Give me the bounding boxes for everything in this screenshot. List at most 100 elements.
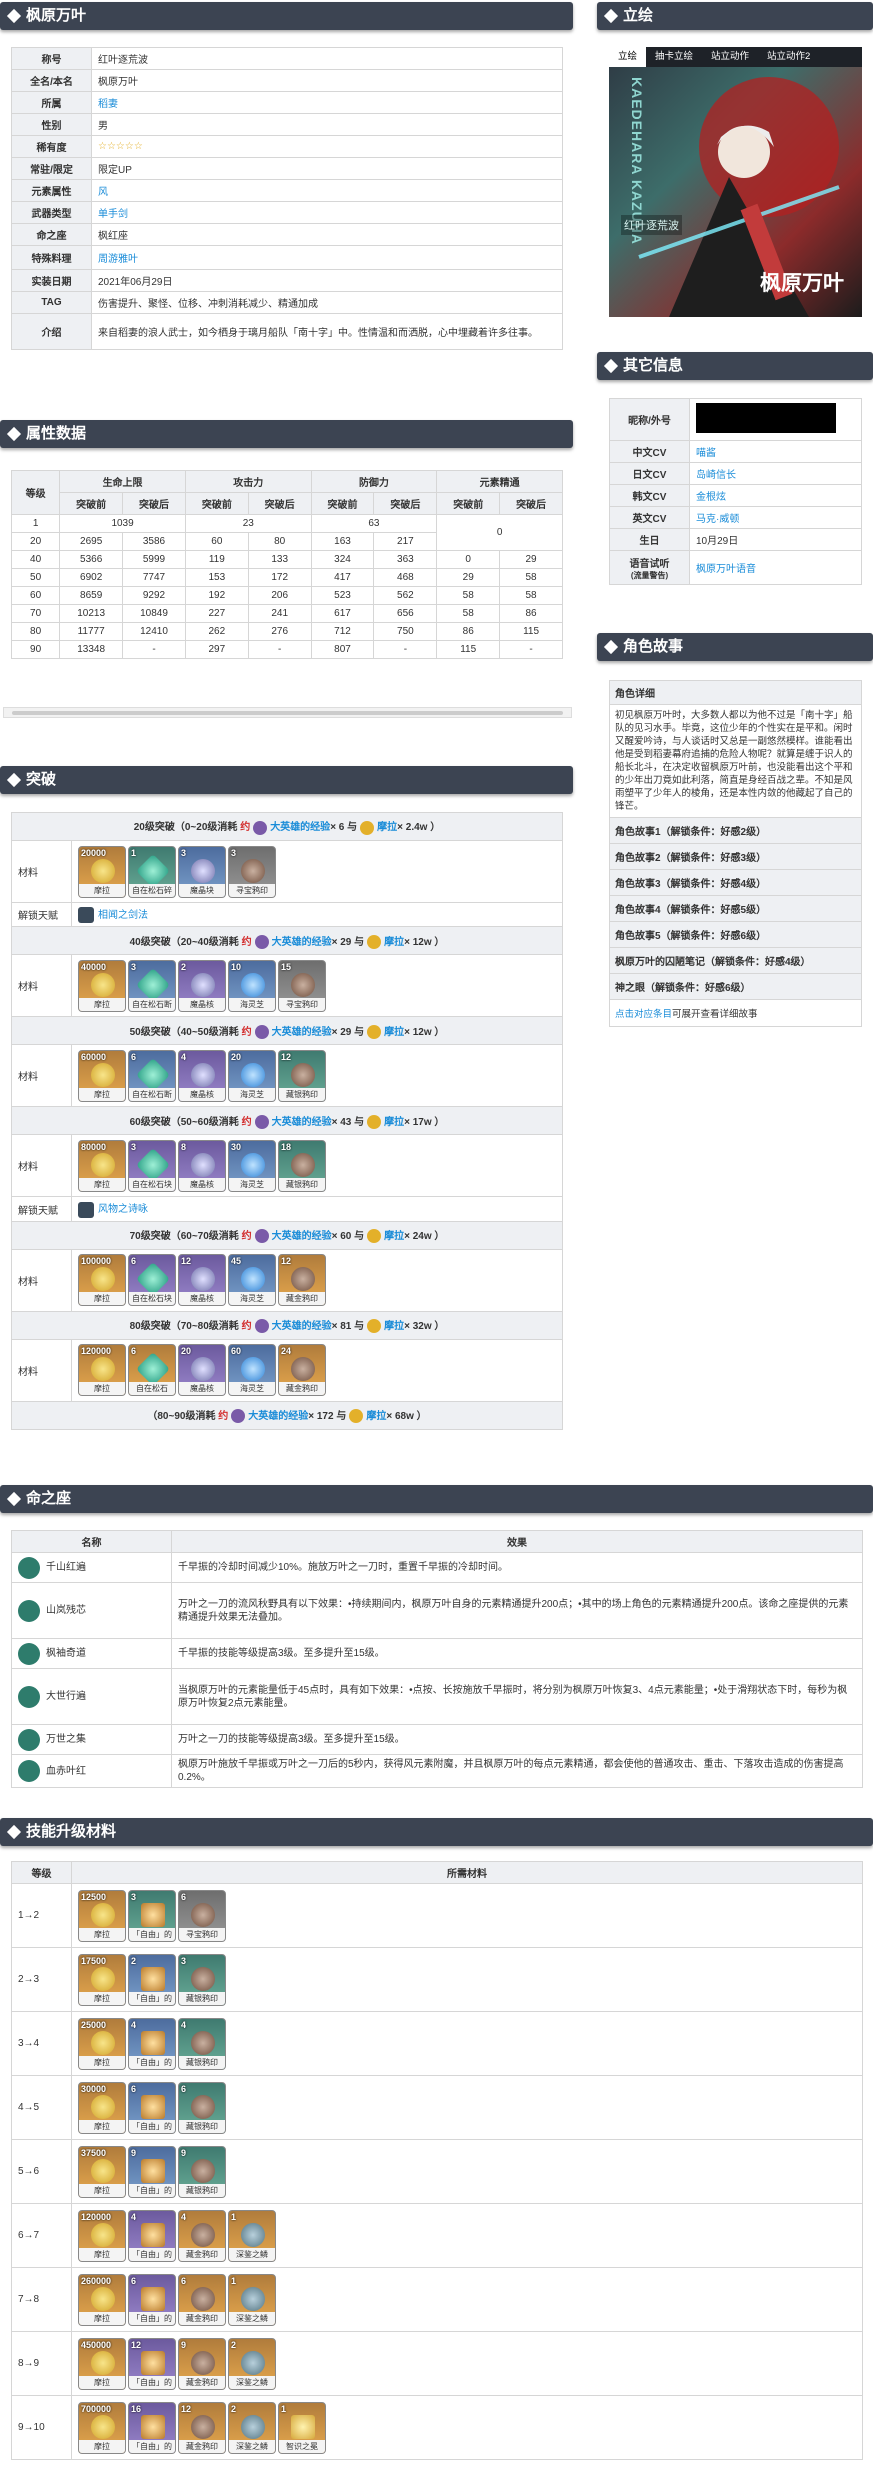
stats-cell: 363 bbox=[373, 550, 438, 569]
book-link[interactable]: 大英雄的经验 bbox=[272, 1231, 332, 1242]
material-item[interactable]: 1 自在松石碎屑 bbox=[128, 845, 176, 898]
info-value[interactable]: 周游雅叶 bbox=[91, 245, 563, 270]
story-item[interactable]: 角色故事2（解锁条件：好感3级） bbox=[610, 844, 861, 870]
material-item[interactable]: 3 自在松石断片 bbox=[128, 959, 176, 1012]
material-item[interactable]: 2 深鉴之鳞 bbox=[228, 2337, 276, 2390]
material-item[interactable]: 4 「自由」的指引 bbox=[128, 2017, 176, 2070]
material-item[interactable]: 3 藏银鸦印 bbox=[178, 1953, 226, 2006]
story-item[interactable]: 角色故事1（解锁条件：好感2级） bbox=[610, 818, 861, 844]
material-item[interactable]: 6 自在松石 bbox=[128, 1344, 176, 1397]
material-item[interactable]: 2 魔晶核 bbox=[178, 959, 226, 1012]
material-item[interactable]: 4 藏银鸦印 bbox=[178, 2017, 226, 2070]
material-item[interactable]: 10 海灵芝 bbox=[228, 959, 276, 1012]
talent-link[interactable]: 相闻之剑法 bbox=[98, 910, 148, 921]
material-item[interactable]: 15 寻宝鸦印 bbox=[278, 959, 326, 1012]
material-item[interactable]: 20 魔晶核 bbox=[178, 1344, 226, 1397]
material-item[interactable]: 40000 摩拉 bbox=[78, 959, 126, 1012]
material-item[interactable]: 2 「自由」的指引 bbox=[128, 1953, 176, 2006]
other-info-value[interactable]: 枫原万叶语音 bbox=[689, 550, 862, 585]
material-item[interactable]: 260000 摩拉 bbox=[78, 2273, 126, 2326]
material-item[interactable]: 700000 摩拉 bbox=[78, 2401, 126, 2454]
material-item[interactable]: 4 藏金鸦印 bbox=[178, 2209, 226, 2262]
material-item[interactable]: 12 藏金鸦印 bbox=[278, 1254, 326, 1307]
story-item[interactable]: 角色故事4（解锁条件：好感5级） bbox=[610, 896, 861, 922]
material-item[interactable]: 12 藏金鸦印 bbox=[178, 2401, 226, 2454]
material-item[interactable]: 37500 摩拉 bbox=[78, 2145, 126, 2198]
book-link[interactable]: 大英雄的经验 bbox=[272, 1321, 332, 1332]
info-value[interactable]: 稻妻 bbox=[91, 91, 563, 114]
material-item[interactable]: 120000 摩拉 bbox=[78, 2209, 126, 2262]
material-item[interactable]: 12500 摩拉 bbox=[78, 1889, 126, 1942]
material-item[interactable]: 3 自在松石块 bbox=[128, 1139, 176, 1192]
material-item[interactable]: 9 藏金鸦印 bbox=[178, 2337, 226, 2390]
material-item[interactable]: 1 深鉴之鳞 bbox=[228, 2209, 276, 2262]
material-item[interactable]: 6 「自由」的哲学 bbox=[128, 2273, 176, 2326]
material-item[interactable]: 100000 摩拉 bbox=[78, 1254, 126, 1307]
material-item[interactable]: 6 藏银鸦印 bbox=[178, 2081, 226, 2134]
mora-link[interactable]: 摩拉 bbox=[377, 822, 397, 833]
material-item[interactable]: 1 深鉴之鳞 bbox=[228, 2273, 276, 2326]
story-item[interactable]: 角色故事3（解锁条件：好感4级） bbox=[610, 870, 861, 896]
material-item[interactable]: 2 深鉴之鳞 bbox=[228, 2401, 276, 2454]
story-item[interactable]: 神之眼（解锁条件：好感6级） bbox=[610, 974, 861, 1000]
info-value[interactable]: 单手剑 bbox=[91, 201, 563, 224]
material-item[interactable]: 6 自在松石块 bbox=[128, 1254, 176, 1307]
material-item[interactable]: 24 藏金鸦印 bbox=[278, 1344, 326, 1397]
material-item[interactable]: 6 藏金鸦印 bbox=[178, 2273, 226, 2326]
mora-link[interactable]: 摩拉 bbox=[384, 1231, 404, 1242]
mora-link[interactable]: 摩拉 bbox=[384, 1117, 404, 1128]
book-link[interactable]: 大英雄的经验 bbox=[272, 1117, 332, 1128]
tab-idle-2[interactable]: 站立动作2 bbox=[758, 47, 819, 67]
material-item[interactable]: 30000 摩拉 bbox=[78, 2081, 126, 2134]
material-item[interactable]: 3 寻宝鸦印 bbox=[228, 845, 276, 898]
material-item[interactable]: 6 寻宝鸦印 bbox=[178, 1889, 226, 1942]
tab-idle[interactable]: 站立动作 bbox=[702, 47, 758, 67]
material-item[interactable]: 6 「自由」的指引 bbox=[128, 2081, 176, 2134]
material-item[interactable]: 18 藏银鸦印 bbox=[278, 1139, 326, 1192]
material-item[interactable]: 80000 摩拉 bbox=[78, 1139, 126, 1192]
material-item[interactable]: 9 藏银鸦印 bbox=[178, 2145, 226, 2198]
stats-scrollbar[interactable] bbox=[3, 707, 572, 718]
info-value[interactable]: 风 bbox=[91, 179, 563, 202]
material-item[interactable]: 1 智识之冕 bbox=[278, 2401, 326, 2454]
mora-link[interactable]: 摩拉 bbox=[384, 1321, 404, 1332]
story-item[interactable]: 角色故事5（解锁条件：好感6级） bbox=[610, 922, 861, 948]
material-item[interactable]: 8 魔晶核 bbox=[178, 1139, 226, 1192]
material-item[interactable]: 6 自在松石断片 bbox=[128, 1049, 176, 1102]
material-item[interactable]: 60 海灵芝 bbox=[228, 1344, 276, 1397]
material-item[interactable]: 3 魔晶块 bbox=[178, 845, 226, 898]
other-info-value[interactable]: 岛崎信长 bbox=[689, 462, 862, 485]
other-info-value[interactable]: 马克·威顿 bbox=[689, 506, 862, 529]
tab-gacha[interactable]: 抽卡立绘 bbox=[646, 47, 702, 67]
book-link[interactable]: 大英雄的经验 bbox=[272, 937, 332, 948]
other-info-value[interactable]: 喵酱 bbox=[689, 440, 862, 463]
tab-portrait[interactable]: 立绘 bbox=[609, 47, 647, 67]
material-item[interactable]: 20 海灵芝 bbox=[228, 1049, 276, 1102]
material-item[interactable]: 4 「自由」的哲学 bbox=[128, 2209, 176, 2262]
material-item[interactable]: 30 海灵芝 bbox=[228, 1139, 276, 1192]
talent-link[interactable]: 风物之诗咏 bbox=[98, 1204, 148, 1215]
mora-link[interactable]: 摩拉 bbox=[384, 1027, 404, 1038]
material-item[interactable]: 12 藏银鸦印 bbox=[278, 1049, 326, 1102]
mora-link[interactable]: 摩拉 bbox=[366, 1411, 386, 1422]
book-link[interactable]: 大英雄的经验 bbox=[270, 822, 330, 833]
material-item[interactable]: 450000 摩拉 bbox=[78, 2337, 126, 2390]
material-item[interactable]: 45 海灵芝 bbox=[228, 1254, 276, 1307]
material-item[interactable]: 9 「自由」的指引 bbox=[128, 2145, 176, 2198]
material-item[interactable]: 60000 摩拉 bbox=[78, 1049, 126, 1102]
material-item[interactable]: 25000 摩拉 bbox=[78, 2017, 126, 2070]
material-item[interactable]: 4 魔晶核 bbox=[178, 1049, 226, 1102]
material-item[interactable]: 12 魔晶核 bbox=[178, 1254, 226, 1307]
other-info-value[interactable]: 金根炫 bbox=[689, 484, 862, 507]
mora-link[interactable]: 摩拉 bbox=[384, 937, 404, 948]
material-item[interactable]: 3 「自由」的教导 bbox=[128, 1889, 176, 1942]
material-item[interactable]: 17500 摩拉 bbox=[78, 1953, 126, 2006]
material-item[interactable]: 20000 摩拉 bbox=[78, 845, 126, 898]
story-expand-link[interactable]: 点击对应条目 bbox=[615, 1009, 672, 1020]
material-item[interactable]: 12 「自由」的哲学 bbox=[128, 2337, 176, 2390]
material-item[interactable]: 16 「自由」的哲学 bbox=[128, 2401, 176, 2454]
story-item[interactable]: 枫原万叶的囚陋笔记（解锁条件：好感4级） bbox=[610, 948, 861, 974]
book-link[interactable]: 大英雄的经验 bbox=[272, 1027, 332, 1038]
material-item[interactable]: 120000 摩拉 bbox=[78, 1344, 126, 1397]
book-link[interactable]: 大英雄的经验 bbox=[248, 1411, 308, 1422]
